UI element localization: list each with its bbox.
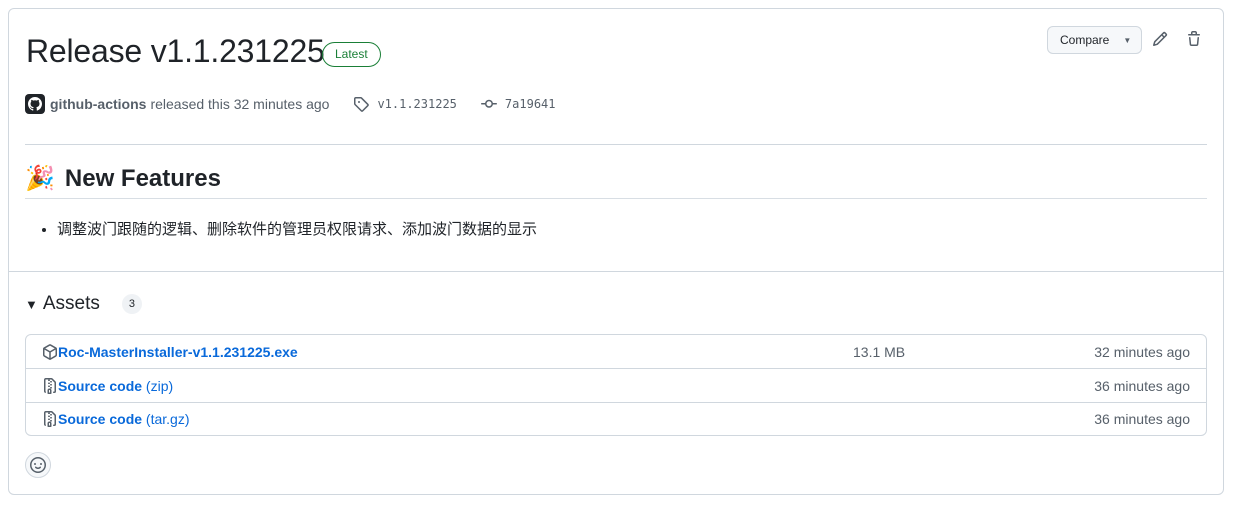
notes-list: 调整波门跟随的逻辑、删除软件的管理员权限请求、添加波门数据的显示 — [57, 218, 537, 239]
asset-time: 36 minutes ago — [1094, 411, 1190, 427]
asset-time: 36 minutes ago — [1094, 377, 1190, 394]
list-item: 调整波门跟随的逻辑、删除软件的管理员权限请求、添加波门数据的显示 — [57, 218, 537, 239]
tag-name: v1.1.231225 — [377, 97, 457, 111]
notes-heading: 🎉 New Features — [25, 164, 221, 193]
asset-ext: (zip) — [145, 377, 174, 394]
github-actions-icon — [28, 97, 42, 111]
assets-toggle[interactable]: ▼ Assets 3 — [25, 293, 142, 315]
release-card: Release v1.1.231225 Latest Compare ▼ git… — [8, 8, 1224, 495]
divider — [25, 144, 1207, 145]
released-text: released this 32 minutes ago — [150, 96, 330, 112]
tag-icon — [354, 97, 370, 112]
compare-button-label: Compare — [1060, 33, 1110, 47]
asset-row: Source code (tar.gz) 36 minutes ago — [26, 402, 1206, 435]
commit-sha: 7a19641 — [504, 97, 556, 111]
avatar[interactable] — [25, 94, 45, 114]
tag-link[interactable]: v1.1.231225 — [353, 96, 457, 112]
section-divider — [9, 271, 1223, 272]
asset-download-link[interactable]: Source code (zip) — [58, 378, 173, 394]
party-popper-icon: 🎉 — [25, 165, 55, 192]
asset-download-link[interactable]: Roc-MasterInstaller-v1.1.231225.exe — [58, 344, 298, 360]
trash-icon — [1188, 31, 1200, 46]
heading-underline — [25, 198, 1207, 199]
latest-badge: Latest — [322, 42, 381, 67]
asset-row: Roc-MasterInstaller-v1.1.231225.exe 13.1… — [26, 335, 1206, 369]
asset-name: Source code — [58, 411, 143, 427]
asset-name: Source code — [58, 377, 143, 394]
git-commit-icon — [480, 99, 497, 108]
asset-download-link[interactable]: Source code (tar.gz) — [58, 411, 190, 427]
assets-list: Roc-MasterInstaller-v1.1.231225.exe 13.1… — [25, 334, 1207, 436]
assets-title: Assets — [42, 293, 100, 314]
asset-name: Roc-MasterInstaller-v1.1.231225.exe — [58, 344, 298, 360]
assets-count-badge: 3 — [121, 294, 142, 314]
asset-row: Source code (zip) 36 minutes ago — [26, 368, 1206, 402]
notes-heading-text: New Features — [64, 164, 221, 192]
smiley-icon — [30, 457, 46, 473]
author-link[interactable]: github-actions — [50, 96, 146, 112]
asset-size: 13.1 MB — [853, 344, 906, 360]
file-zip-icon — [42, 411, 58, 427]
delete-button[interactable] — [1184, 29, 1204, 49]
asset-time: 32 minutes ago — [1094, 344, 1190, 360]
asset-ext: (tar.gz) — [145, 411, 190, 427]
pencil-icon — [1152, 31, 1168, 47]
edit-button[interactable] — [1150, 29, 1170, 49]
release-meta: github-actions released this 32 minutes … — [25, 92, 556, 116]
release-title[interactable]: Release v1.1.231225 — [26, 33, 325, 70]
package-icon — [42, 344, 58, 360]
triangle-down-icon: ▼ — [25, 296, 38, 312]
add-reaction-button[interactable] — [25, 452, 51, 478]
compare-button[interactable]: Compare ▼ — [1047, 26, 1142, 54]
file-zip-icon — [42, 377, 58, 394]
commit-link[interactable]: 7a19641 — [480, 96, 556, 112]
chevron-down-icon: ▼ — [1123, 35, 1132, 45]
